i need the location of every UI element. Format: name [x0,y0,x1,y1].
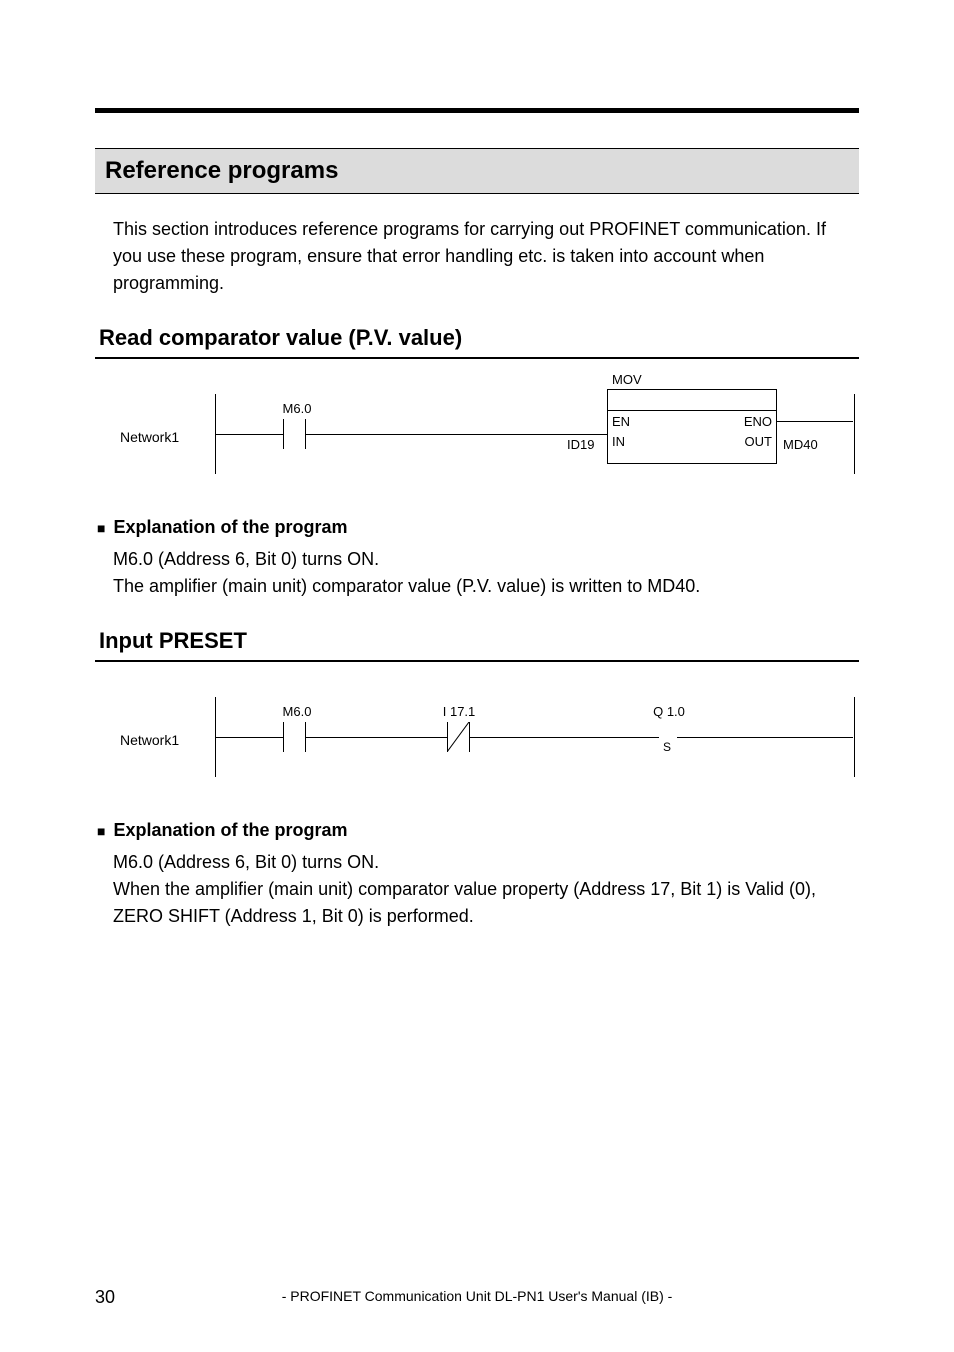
mov-in-param: ID19 [567,437,594,452]
wire [685,737,853,738]
nc-label: I 17.1 [437,704,481,719]
ladder-diagram-1: Network1 M6.0 ID19 MOV EN ENO IN OUT MD4… [95,379,859,499]
section2-explain-body: M6.0 (Address 6, Bit 0) turns ON. When t… [113,849,859,930]
main-heading-box: Reference programs [95,148,859,194]
contact-label: M6.0 [277,401,317,416]
wire [215,737,277,738]
square-bullet-icon: ■ [97,520,105,536]
coil-label: Q 1.0 [647,704,691,719]
square-bullet-icon: ■ [97,823,105,839]
intro-paragraph: This section introduces reference progra… [113,216,841,297]
coil-type: S [663,740,671,754]
wire [215,434,277,435]
normally-closed-contact: I 17.1 [441,722,475,752]
normally-open-contact: M6.0 [277,722,311,752]
wire [311,737,441,738]
page-content: Reference programs This section introduc… [95,148,859,930]
contact-label: M6.0 [277,704,317,719]
right-rail [854,697,855,777]
right-rail [854,394,855,474]
section1-explain-body: M6.0 (Address 6, Bit 0) turns ON. The am… [113,546,859,600]
top-rule [95,108,859,113]
ladder-diagram-2: Network1 M6.0 I 17.1 Q 1.0 S [95,682,859,802]
wire [777,421,853,422]
explain-head-text: Explanation of the program [113,820,347,840]
mov-out: OUT [745,434,772,449]
network-label: Network1 [120,732,179,748]
mov-title: MOV [608,372,776,387]
explain-head-text: Explanation of the program [113,517,347,537]
page-number: 30 [95,1287,115,1308]
footer-text: - PROFINET Communication Unit DL-PN1 Use… [95,1288,859,1304]
mov-out-param: MD40 [783,437,818,452]
section2-explain-head: ■ Explanation of the program [97,820,859,841]
set-coil: Q 1.0 S [651,722,685,752]
mov-eno: ENO [744,414,772,429]
section1-heading: Read comparator value (P.V. value) [95,325,859,359]
normally-open-contact: M6.0 [277,419,311,449]
wire [311,434,607,435]
mov-block: MOV EN ENO IN OUT [607,389,777,464]
network-label: Network1 [120,429,179,445]
section1-explain-head: ■ Explanation of the program [97,517,859,538]
mov-en: EN [612,414,630,429]
mov-in: IN [612,434,625,449]
slash-icon [447,722,469,752]
main-heading: Reference programs [105,157,849,185]
wire [475,737,651,738]
section2-heading: Input PRESET [95,628,859,662]
